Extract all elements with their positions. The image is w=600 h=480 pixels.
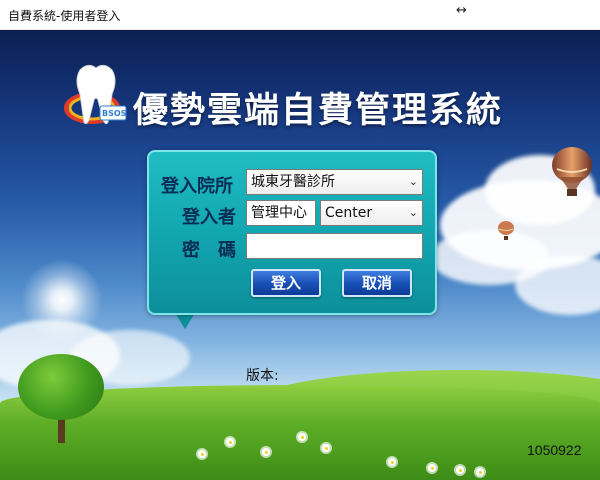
flower-icon xyxy=(298,433,306,441)
flower-icon xyxy=(476,468,484,476)
password-input[interactable] xyxy=(246,233,423,259)
hot-air-balloon-icon xyxy=(552,147,592,196)
flower-icon xyxy=(322,444,330,452)
user-input-value: 管理中心 xyxy=(251,205,307,221)
tooth-logo-icon: BSOS xyxy=(64,64,127,125)
hot-air-balloon-small-icon xyxy=(498,221,514,240)
flower-icon xyxy=(388,458,396,466)
clinic-select-value: 城東牙醫診所 xyxy=(251,174,335,190)
login-panel: 登入院所 城東牙醫診所 ⌄ 登入者 管理中心 Center ⌄ 密 碼 登入 取… xyxy=(147,150,437,315)
clinic-select[interactable]: 城東牙醫診所 ⌄ xyxy=(246,169,423,195)
chevron-down-icon: ⌄ xyxy=(408,206,418,219)
flower-icon xyxy=(456,466,464,474)
user-input[interactable]: 管理中心 xyxy=(246,200,316,226)
resize-horizontal-icon[interactable]: ↔ xyxy=(456,3,467,18)
role-select-value: Center xyxy=(325,205,373,221)
flower-icon xyxy=(226,438,234,446)
window-title: 自費系統-使用者登入 xyxy=(8,9,121,23)
chevron-down-icon: ⌄ xyxy=(408,175,418,188)
panel-tail xyxy=(175,313,195,329)
svg-text:BSOS: BSOS xyxy=(102,109,127,118)
build-id: 1050922 xyxy=(527,442,582,458)
window-titlebar: 自費系統-使用者登入 ↔ xyxy=(0,0,600,30)
cancel-button[interactable]: 取消 xyxy=(342,269,412,297)
user-label: 登入者 xyxy=(182,207,236,228)
password-label: 密 碼 xyxy=(182,240,236,261)
flower-icon xyxy=(428,464,436,472)
version-label: 版本: xyxy=(246,368,279,384)
app-title: 優勢雲端自費管理系統 xyxy=(133,91,504,131)
flower-icon xyxy=(198,450,206,458)
role-select[interactable]: Center ⌄ xyxy=(320,200,423,226)
clinic-label: 登入院所 xyxy=(161,176,233,197)
login-button[interactable]: 登入 xyxy=(251,269,321,297)
flower-icon xyxy=(262,448,270,456)
tree-icon xyxy=(18,354,104,420)
